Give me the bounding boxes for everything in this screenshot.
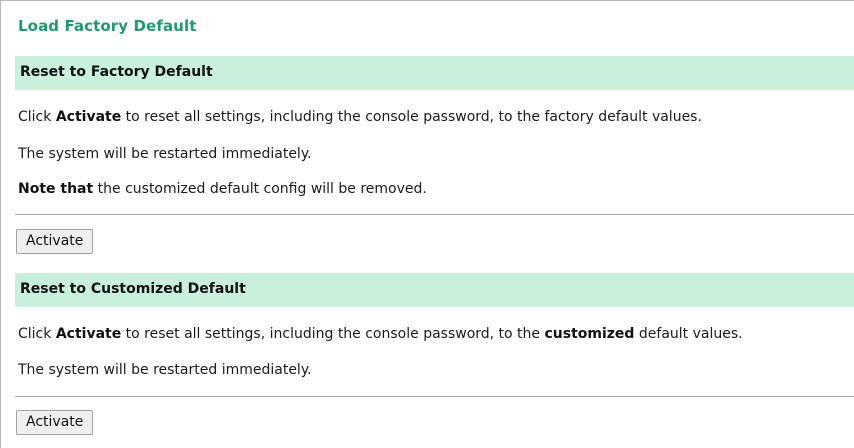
factory-default-description: Click Activate to reset all settings, in… (18, 109, 702, 125)
factory-note-label: Note that (18, 181, 94, 197)
factory-default-section-title: Reset to Factory Default (20, 64, 213, 80)
customized-default-section-header: Reset to Customized Default (15, 273, 854, 307)
factory-divider (15, 214, 854, 215)
factory-restart-notice: The system will be restarted immediately… (18, 146, 312, 162)
factory-default-activate-button[interactable]: Activate (16, 229, 94, 254)
customized-desc-activate-keyword: Activate (55, 326, 122, 342)
customized-restart-notice: The system will be restarted immediately… (18, 362, 312, 378)
factory-note: Note that the customized default config … (18, 181, 427, 197)
factory-default-section-header: Reset to Factory Default (15, 56, 854, 90)
customized-desc-prefix: Click (18, 326, 56, 342)
load-factory-default-panel: Load Factory Default Reset to Factory De… (0, 0, 854, 448)
factory-desc-suffix: to reset all settings, including the con… (121, 109, 702, 125)
factory-note-text: the customized default config will be re… (93, 181, 427, 197)
customized-divider (15, 396, 854, 397)
customized-default-description: Click Activate to reset all settings, in… (18, 326, 743, 342)
customized-default-section-title: Reset to Customized Default (20, 281, 246, 297)
customized-desc-suffix: default values. (634, 326, 743, 342)
customized-desc-customized-keyword: customized (544, 326, 635, 342)
customized-default-activate-button[interactable]: Activate (16, 410, 94, 435)
customized-desc-middle: to reset all settings, including the con… (121, 326, 545, 342)
page-title: Load Factory Default (18, 17, 197, 35)
factory-desc-prefix: Click (18, 109, 56, 125)
factory-desc-activate-keyword: Activate (55, 109, 122, 125)
